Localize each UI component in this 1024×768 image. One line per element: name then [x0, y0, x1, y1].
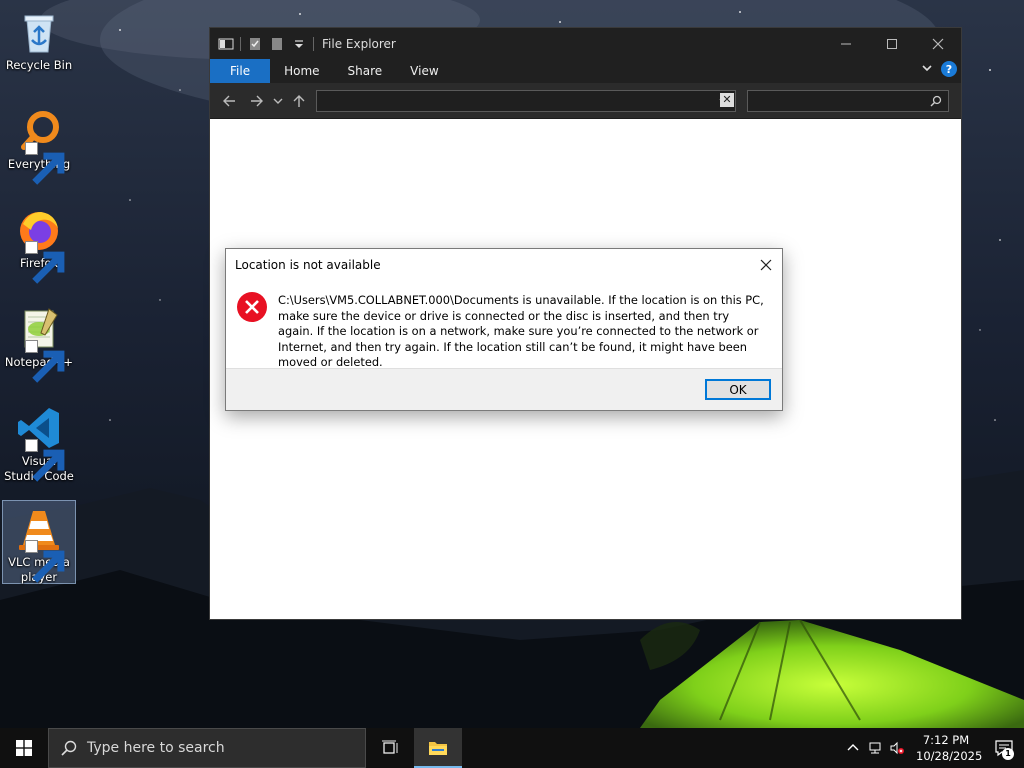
address-bar[interactable] [316, 90, 736, 112]
search-icon [61, 740, 77, 756]
taskbar: Type here to search 7:12 PM 10/28/2025 1 [0, 728, 1024, 768]
back-button[interactable] [215, 87, 243, 115]
volume-muted-icon [890, 741, 904, 755]
help-icon[interactable]: ? [941, 61, 957, 77]
shortcut-arrow-icon [25, 241, 65, 284]
dialog-titlebar[interactable]: Location is not available [226, 249, 782, 281]
task-view-icon [382, 740, 398, 754]
dialog-footer: OK [226, 368, 782, 410]
shortcut-arrow-icon [25, 439, 65, 482]
new-folder-icon[interactable] [269, 36, 285, 52]
desktop-icon-vlc[interactable]: VLC media player [2, 500, 76, 584]
taskbar-search-box[interactable]: Type here to search [48, 728, 366, 768]
recent-locations-button[interactable] [271, 87, 285, 115]
error-icon [236, 291, 268, 323]
dialog-close-button[interactable] [758, 257, 774, 273]
error-dialog[interactable]: Location is not available C:\Users\VM5.C… [225, 248, 783, 411]
everything-icon [15, 107, 65, 185]
volume-button[interactable] [886, 728, 908, 768]
refresh-icon[interactable]: ✕ [720, 93, 734, 107]
ok-button[interactable]: OK [705, 379, 771, 400]
shortcut-arrow-icon [25, 540, 65, 583]
tab-view[interactable]: View [396, 59, 452, 83]
taskbar-file-explorer-button[interactable] [414, 728, 462, 768]
desktop-icon-vscode[interactable]: Visual Studio Code [2, 400, 76, 484]
vscode-icon [15, 404, 65, 482]
desktop-icon-everything[interactable]: Everything [2, 103, 76, 185]
toolbar-separator [240, 36, 241, 51]
chevron-up-icon [847, 744, 859, 751]
task-view-button[interactable] [366, 728, 414, 768]
action-center-button[interactable]: 1 [984, 728, 1024, 768]
maximize-icon [887, 38, 897, 49]
shortcut-arrow-icon [25, 142, 65, 185]
window-title: File Explorer [322, 36, 396, 51]
back-arrow-icon [223, 95, 235, 106]
taskbar-search-placeholder: Type here to search [87, 740, 225, 756]
minimize-button[interactable] [823, 28, 869, 59]
show-hidden-icons-button[interactable] [842, 728, 864, 768]
up-arrow-icon [293, 94, 305, 107]
close-icon [932, 38, 944, 49]
vlc-icon [15, 505, 65, 583]
network-icon [869, 742, 881, 754]
system-tray: 7:12 PM 10/28/2025 1 [842, 728, 1024, 768]
up-button[interactable] [285, 87, 313, 115]
ribbon-tabs: File Home Share View ? [210, 59, 961, 83]
notification-count-badge: 1 [1002, 748, 1014, 760]
tab-share[interactable]: Share [334, 59, 397, 83]
explorer-titlebar[interactable]: File Explorer [210, 28, 961, 59]
navigation-bar: ✕ [210, 83, 961, 119]
maximize-button[interactable] [869, 28, 915, 59]
toolbar-separator [313, 36, 314, 51]
desktop-icon-notepad-plus-plus[interactable]: Notepad++ [2, 301, 76, 383]
recycle-bin-icon [15, 8, 63, 56]
desktop-icon-label: Recycle Bin [5, 58, 73, 72]
properties-icon[interactable] [247, 36, 263, 52]
start-button[interactable] [0, 728, 48, 768]
forward-button[interactable] [243, 87, 271, 115]
search-icon [930, 95, 942, 107]
search-box[interactable] [747, 90, 949, 112]
tab-home[interactable]: Home [270, 59, 333, 83]
close-icon [760, 259, 772, 271]
dialog-message: C:\Users\VM5.COLLABNET.000\Documents is … [278, 293, 764, 369]
chevron-down-icon [273, 98, 283, 104]
window-menu-icon[interactable] [218, 36, 234, 52]
tab-file[interactable]: File [210, 59, 271, 83]
desktop-icon-recycle-bin[interactable]: Recycle Bin [2, 4, 76, 73]
expand-ribbon-icon[interactable] [921, 62, 933, 77]
network-button[interactable] [864, 728, 886, 768]
dialog-title: Location is not available [235, 258, 381, 272]
taskbar-clock[interactable]: 7:12 PM 10/28/2025 [908, 732, 984, 764]
minimize-icon [841, 43, 851, 44]
desktop-icon-firefox[interactable]: Firefox [2, 202, 76, 284]
clock-time: 7:12 PM [922, 733, 970, 747]
shortcut-arrow-icon [25, 340, 65, 383]
customize-quick-access-icon[interactable] [291, 36, 307, 52]
notepad-plus-plus-icon [15, 305, 65, 383]
windows-logo-icon [16, 740, 32, 756]
clock-date: 10/28/2025 [916, 749, 983, 763]
folder-icon [429, 742, 447, 755]
firefox-icon [15, 206, 65, 284]
close-button[interactable] [915, 28, 961, 59]
forward-arrow-icon [251, 95, 263, 106]
